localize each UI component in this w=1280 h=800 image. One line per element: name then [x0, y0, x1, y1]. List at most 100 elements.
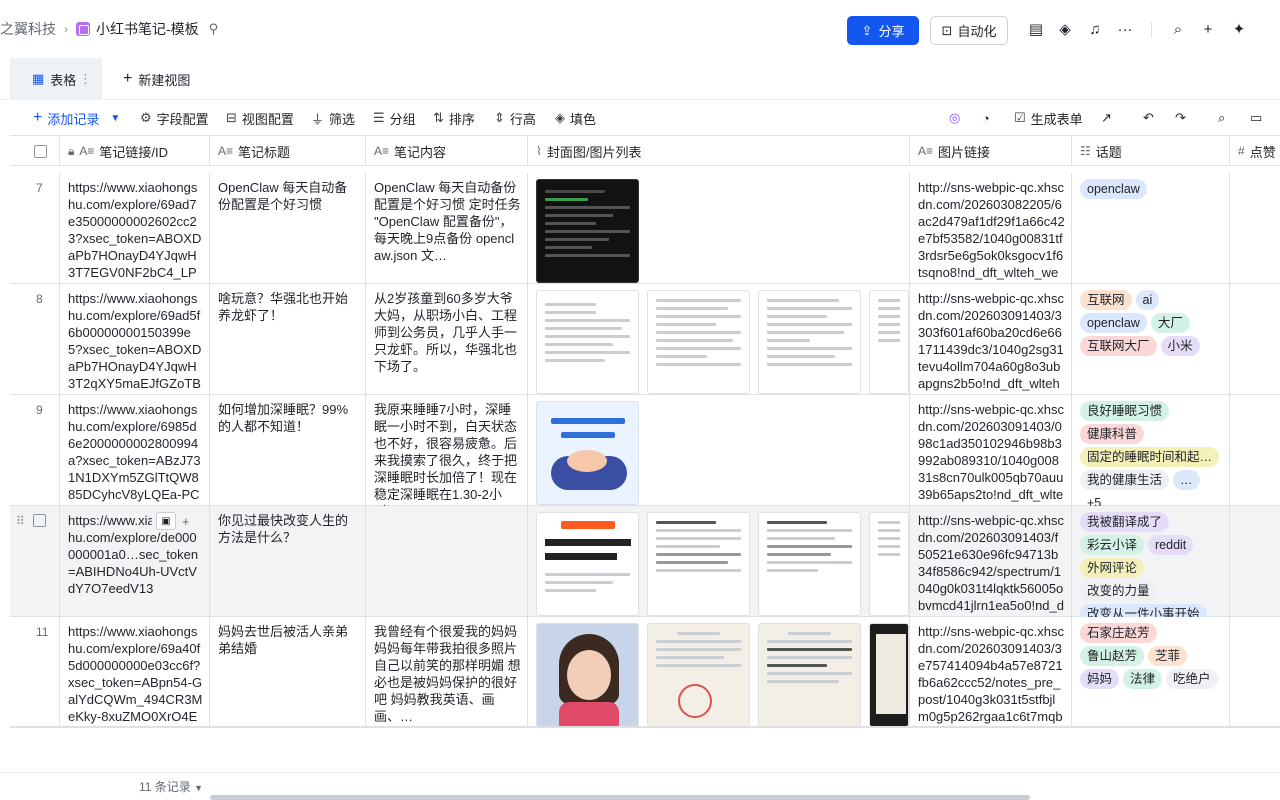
likes-cell[interactable] — [1230, 506, 1280, 617]
plus-icon[interactable]: + — [1199, 20, 1217, 38]
chevron-down-icon[interactable]: ▼ — [110, 113, 120, 124]
topic-tag[interactable]: 吃绝户 — [1166, 669, 1218, 689]
topics-cell[interactable]: 我被翻译成了彩云小译reddit外网评论改变的力量改变从一件小事开始人是怎么变弱… — [1072, 506, 1230, 617]
image-thumb[interactable] — [647, 512, 750, 616]
topic-tag[interactable]: 芝菲 — [1148, 646, 1188, 666]
image-thumb[interactable] — [869, 290, 909, 394]
record-count[interactable]: 11 条记录 ▼ — [139, 778, 203, 795]
add-record-button[interactable]: + 添加记录 ▼ — [33, 101, 120, 135]
topic-tag[interactable]: 改变从一件小事开始 — [1080, 604, 1207, 617]
topic-tag[interactable]: 固定的睡眠时间和起… — [1080, 447, 1219, 467]
create-form-button[interactable]: ☑ 生成表单 — [1014, 101, 1083, 135]
topic-tag[interactable]: 石家庄赵芳 — [1080, 623, 1157, 643]
topics-cell[interactable]: 石家庄赵芳鲁山赵芳 芝菲妈妈 法律 吃绝户 — [1072, 617, 1230, 728]
cover-image[interactable] — [536, 401, 639, 505]
topics-cell[interactable]: 互联网 ai openclaw 大厂互联网大厂 小米 — [1072, 284, 1230, 395]
image-link-cell[interactable]: http://sns-webpic-qc.xhscdn.com/20260309… — [910, 506, 1072, 617]
topic-tag[interactable]: 健康科普 — [1080, 424, 1145, 444]
table-row[interactable]: 7 https://www.xiaohongshu.com/explore/69… — [10, 173, 1280, 284]
image-thumb[interactable] — [647, 623, 750, 727]
col-header-content[interactable]: A≡ 笔记内容 — [366, 136, 528, 166]
automation-button[interactable]: ⊡ 自动化 — [930, 16, 1008, 45]
note-link-cell[interactable]: https://www.xiaohongshu.com/explore/de00… — [60, 506, 210, 617]
view-config-button[interactable]: ⊟ 视图配置 — [226, 101, 294, 135]
ai-sparkle-icon[interactable]: ✦ — [1230, 20, 1248, 38]
doc-title[interactable]: 小红书笔记-模板 — [96, 19, 199, 39]
note-content-cell[interactable]: 我原来睡睡7小时，深睡眠一小时不到，白天状态也不好，很容易疲惫。后来我摸索了很久… — [366, 395, 528, 506]
row-height-button[interactable]: ⇕ 行高 — [494, 101, 536, 135]
image-link-cell[interactable]: http://sns-webpic-qc.xhscdn.com/20260308… — [910, 173, 1072, 284]
images-cell[interactable] — [528, 284, 910, 395]
likes-cell[interactable] — [1230, 173, 1280, 284]
expand-record-icon[interactable]: ▣ — [156, 512, 176, 530]
note-link-cell[interactable]: https://www.xiaohongshu.com/explore/69ad… — [60, 173, 210, 284]
images-cell[interactable] — [528, 617, 910, 728]
tab-grid-view[interactable]: ▦ 表格 ⋮ — [10, 58, 102, 100]
group-button[interactable]: ☰ 分组 — [373, 101, 416, 135]
image-link-cell[interactable]: http://sns-webpic-qc.xhscdn.com/20260309… — [910, 395, 1072, 506]
topic-tag[interactable]: 互联网 — [1080, 290, 1132, 310]
topic-tag[interactable]: 我被翻译成了 — [1080, 512, 1170, 532]
topic-tag[interactable]: +5 — [1080, 493, 1108, 506]
topic-tag[interactable]: 外网评论 — [1080, 558, 1145, 578]
pin-icon[interactable]: ⚲ — [209, 21, 219, 37]
col-header-title[interactable]: A≡ 笔记标题 — [210, 136, 366, 166]
topic-tag[interactable]: 妈妈 — [1080, 669, 1120, 689]
sort-button[interactable]: ⇅ 排序 — [433, 101, 475, 135]
filter-button[interactable]: ⏚ 筛选 — [311, 101, 355, 135]
history-icon[interactable]: ◔ — [982, 101, 990, 135]
find-icon[interactable]: ⌕ — [1218, 101, 1225, 135]
image-thumb[interactable] — [869, 623, 909, 727]
note-content-cell[interactable] — [366, 506, 528, 617]
field-config-button[interactable]: ⚙ 字段配置 — [140, 101, 209, 135]
drag-handle-icon[interactable]: ⠿ — [16, 514, 25, 528]
image-thumb[interactable] — [758, 290, 861, 394]
add-icon[interactable]: + — [182, 513, 190, 530]
image-thumb[interactable] — [758, 623, 861, 727]
horizontal-scrollbar[interactable] — [210, 795, 1030, 800]
topic-tag[interactable]: 良好睡眠习惯 — [1080, 401, 1170, 421]
search-icon[interactable]: ⌕ — [1169, 20, 1187, 38]
tab-more-icon[interactable]: ⋮ — [79, 71, 92, 87]
table-row[interactable]: 9 https://www.xiaohongshu.com/explore/69… — [10, 395, 1280, 506]
note-title-cell[interactable]: 妈妈去世后被活人亲弟弟结婚 — [210, 617, 366, 728]
topic-tag[interactable]: 彩云小译 — [1080, 535, 1145, 555]
likes-cell[interactable] — [1230, 395, 1280, 506]
col-header-images[interactable]: ⌇ 封面图/图片列表 — [528, 136, 910, 166]
images-cell[interactable] — [528, 506, 910, 617]
note-content-cell[interactable]: 从2岁孩童到60多岁大爷大妈，从职场小白、工程师到公务员，几乎人手一只龙虾。所以… — [366, 284, 528, 395]
share-view-icon[interactable]: ↗ — [1101, 101, 1112, 135]
note-content-cell[interactable]: OpenClaw 每天自动备份配置是个好习惯 定时任务 "OpenClaw 配置… — [366, 173, 528, 284]
col-header-likes[interactable]: # 点赞 — [1230, 136, 1280, 166]
topics-cell[interactable]: openclaw — [1072, 173, 1230, 284]
breadcrumb-org[interactable]: 之翼科技 — [0, 19, 56, 39]
note-link-cell[interactable]: https://www.xiaohongshu.com/explore/69a4… — [60, 617, 210, 728]
doc-info-icon[interactable]: ▤ — [1027, 20, 1045, 38]
redo-icon[interactable]: ↷ — [1175, 101, 1186, 135]
note-title-cell[interactable]: 如何增加深睡眠？99%的人都不知道！ — [210, 395, 366, 506]
ai-orb-icon[interactable]: ◎ — [949, 101, 960, 135]
note-title-cell[interactable]: OpenClaw 每天自动备份配置是个好习惯 — [210, 173, 366, 284]
new-view-button[interactable]: + 新建视图 — [123, 58, 190, 100]
topic-tag[interactable]: 改变的力量 — [1080, 581, 1157, 601]
fill-color-button[interactable]: ◈ 填色 — [555, 101, 596, 135]
likes-cell[interactable] — [1230, 617, 1280, 728]
plugin-icon[interactable]: ◈ — [1056, 20, 1074, 38]
topic-tag[interactable]: … — [1173, 470, 1200, 490]
topic-tag[interactable]: openclaw — [1080, 179, 1147, 199]
likes-cell[interactable] — [1230, 284, 1280, 395]
table-row[interactable]: 11 https://www.xiaohongshu.com/explore/6… — [10, 617, 1280, 728]
share-button[interactable]: ⇪ 分享 — [847, 16, 919, 45]
note-content-cell[interactable]: 我曾经有个很爱我的妈妈 妈妈每年带我拍很多照片 自己以前笑的那样明媚 想必也是被… — [366, 617, 528, 728]
note-title-cell[interactable]: 你见过最快改变人生的方法是什么？ — [210, 506, 366, 617]
image-thumb[interactable] — [758, 512, 861, 616]
undo-icon[interactable]: ↶ — [1143, 101, 1154, 135]
note-link-cell[interactable]: https://www.xiaohongshu.com/explore/6985… — [60, 395, 210, 506]
col-header-topics[interactable]: ☷ 话题 — [1072, 136, 1230, 166]
image-link-cell[interactable]: http://sns-webpic-qc.xhscdn.com/20260309… — [910, 284, 1072, 395]
add-row-button[interactable]: + — [10, 726, 1280, 728]
cover-image[interactable] — [536, 290, 639, 394]
topics-cell[interactable]: 良好睡眠习惯健康科普固定的睡眠时间和起… 我的健康生活 … +5 — [1072, 395, 1230, 506]
image-thumb[interactable] — [647, 290, 750, 394]
image-thumb[interactable] — [869, 512, 909, 616]
